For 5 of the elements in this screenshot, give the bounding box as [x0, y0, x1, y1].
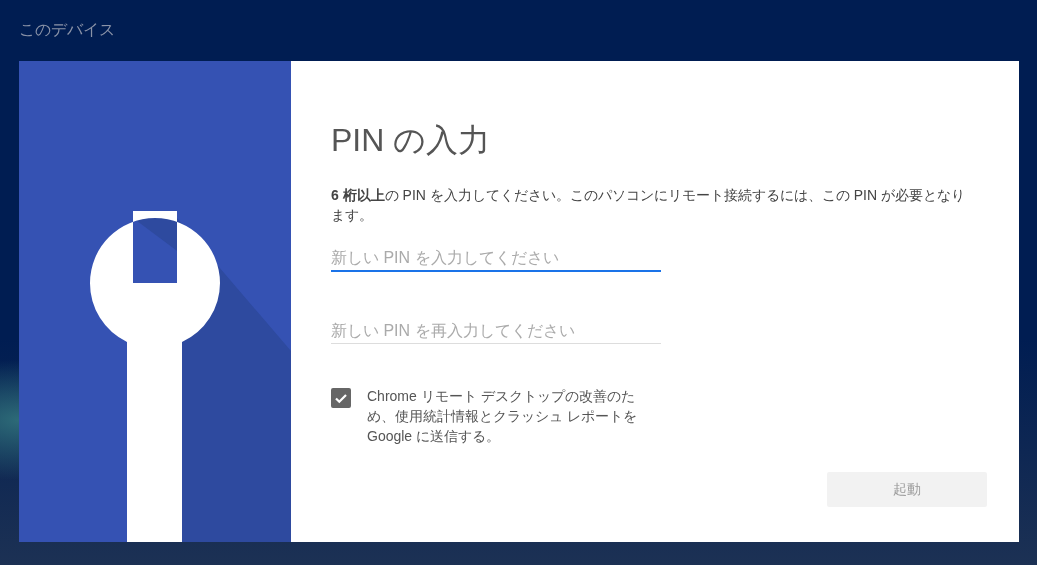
description: 6 桁以上の PIN を入力してください。このパソコンにリモート接続するには、この PIN が必要となります。	[331, 186, 966, 225]
page-title: このデバイス	[19, 20, 115, 40]
checkbox[interactable]	[331, 388, 351, 408]
consent-label: Chrome リモート デスクトップの改善のため、使用統計情報とクラッシュ レポートを Google に送信する。	[367, 387, 638, 446]
dialog-title: PIN の入力	[331, 121, 491, 160]
